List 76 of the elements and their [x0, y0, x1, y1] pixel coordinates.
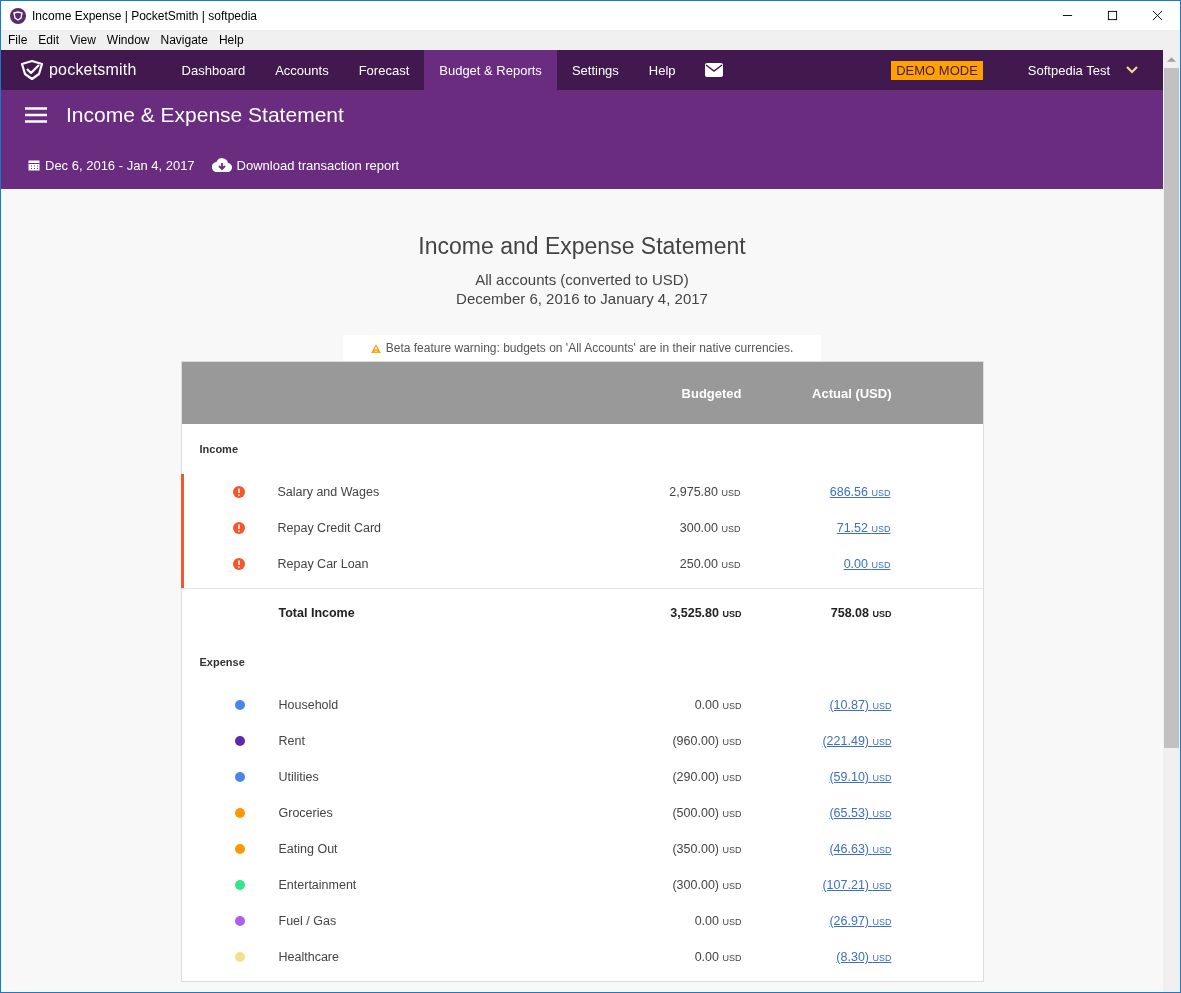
- category-name: Entertainment: [278, 878, 358, 892]
- cloud-download-icon: [211, 158, 232, 172]
- category-name: Eating Out: [278, 842, 339, 856]
- section-label: Income: [199, 443, 238, 455]
- total-actual: 758.08 USD: [829, 606, 892, 620]
- budgeted-amount: 300.00 USD: [678, 521, 741, 535]
- budgeted-amount: (300.00) USD: [671, 878, 742, 892]
- budgeted-amount: 250.00 USD: [678, 557, 741, 571]
- budgeted-amount: (960.00) USD: [671, 734, 742, 748]
- category-name: Groceries: [278, 806, 334, 820]
- app-logo-icon: [10, 7, 26, 24]
- nav-tab[interactable]: Settings: [556, 50, 634, 90]
- alert-icon: [232, 558, 245, 570]
- menu-icon[interactable]: [25, 107, 47, 123]
- actual-amount-link[interactable]: (107.21) USD: [822, 878, 892, 892]
- nav-tab[interactable]: Forecast: [343, 50, 425, 90]
- nav-tab[interactable]: Budget & Reports: [424, 50, 557, 90]
- category-name: Repay Credit Card: [277, 521, 382, 535]
- date-range-picker[interactable]: Dec 6, 2016 - Jan 4, 2017: [45, 157, 195, 173]
- alert-icon: [232, 522, 245, 534]
- menu-item[interactable]: Help: [217, 33, 250, 47]
- nav-tab[interactable]: Accounts: [260, 50, 344, 90]
- report-period: December 6, 2016 to January 4, 2017: [456, 289, 708, 308]
- scrollbar-thumb[interactable]: [1164, 68, 1179, 748]
- menu-item[interactable]: View: [69, 33, 102, 47]
- page-title: Income & Expense Statement: [66, 103, 344, 127]
- total-label: Total Income: [278, 606, 356, 620]
- scrollbar[interactable]: [1163, 50, 1180, 992]
- section-label: Expense: [199, 656, 245, 668]
- actual-amount-link[interactable]: (26.97) USD: [829, 914, 892, 928]
- actual-amount-link[interactable]: (46.63) USD: [829, 842, 892, 856]
- actual-amount-link[interactable]: (65.53) USD: [829, 806, 892, 820]
- actual-amount-link[interactable]: 686.56 USD: [829, 485, 891, 499]
- budgeted-amount: 0.00 USD: [693, 698, 742, 712]
- nav-tab[interactable]: Help: [633, 50, 691, 90]
- warning-text: Beta feature warning: budgets on 'All Accounts' are in their native currencies.: [385, 341, 794, 355]
- budgeted-amount: (350.00) USD: [671, 842, 742, 856]
- menu-item[interactable]: Navigate: [159, 33, 214, 47]
- budgeted-amount: 2,975.80 USD: [668, 485, 741, 499]
- download-report-link[interactable]: Download transaction report: [236, 157, 400, 173]
- category-name: Utilities: [278, 770, 320, 784]
- budgeted-amount: 0.00 USD: [693, 950, 742, 964]
- chevron-down-icon[interactable]: [1126, 66, 1138, 74]
- alert-icon: [232, 486, 245, 498]
- actual-amount-link[interactable]: 0.00 USD: [843, 557, 891, 571]
- budgeted-amount: (290.00) USD: [671, 770, 742, 784]
- category-name: Healthcare: [278, 950, 340, 964]
- budgeted-amount: (500.00) USD: [671, 806, 742, 820]
- category-name: Salary and Wages: [277, 485, 381, 499]
- menu-item[interactable]: File: [7, 33, 34, 47]
- actual-amount-link[interactable]: (221.49) USD: [822, 734, 892, 748]
- column-header: Budgeted: [680, 385, 742, 401]
- category-name: Fuel / Gas: [278, 914, 338, 928]
- window-title: Income Expense | PocketSmith | softpedia: [32, 8, 259, 23]
- nav-tab[interactable]: Dashboard: [166, 50, 261, 90]
- total-budgeted: 3,525.80 USD: [669, 606, 742, 620]
- actual-amount-link[interactable]: (59.10) USD: [829, 770, 892, 784]
- category-name: Repay Car Loan: [277, 557, 370, 571]
- category-name: Rent: [278, 734, 306, 748]
- demo-mode-badge: DEMO MODE: [891, 60, 983, 80]
- user-menu[interactable]: Softpedia Test: [1027, 62, 1110, 78]
- calendar-icon: [28, 159, 40, 171]
- column-header: Actual (USD): [811, 385, 892, 401]
- report-title: Income and Expense Statement: [418, 233, 746, 260]
- warning-icon: [370, 343, 381, 353]
- brand-logo[interactable]: pocketsmith: [49, 61, 137, 79]
- actual-amount-link[interactable]: 71.52 USD: [836, 521, 891, 535]
- menu-item[interactable]: Edit: [37, 33, 66, 47]
- actual-amount-link[interactable]: (8.30) USD: [836, 950, 892, 964]
- budgeted-amount: 0.00 USD: [693, 914, 742, 928]
- actual-amount-link[interactable]: (10.87) USD: [829, 698, 892, 712]
- shield-check-icon: [19, 59, 45, 81]
- report-subtitle: All accounts (converted to USD): [475, 270, 689, 289]
- category-name: Household: [278, 698, 340, 712]
- menu-item[interactable]: Window: [105, 33, 156, 47]
- mail-icon[interactable]: [704, 63, 723, 77]
